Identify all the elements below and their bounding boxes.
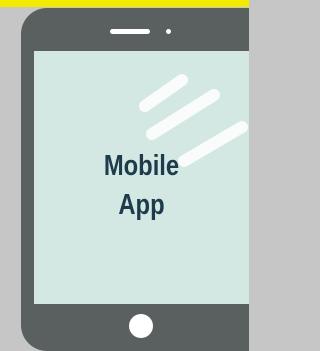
screen-title: Mobile App	[53, 147, 229, 225]
screen-title-line-1: Mobile	[103, 150, 180, 182]
screen-title-line-2: App	[118, 189, 165, 221]
top-yellow-band	[0, 0, 249, 7]
tablet-icon: Mobile App	[21, 8, 249, 351]
glare-stripe	[139, 74, 188, 112]
home-button-icon	[129, 314, 153, 338]
illustration-canvas: Mobile App	[0, 0, 249, 351]
speaker-slot-icon	[110, 29, 150, 34]
camera-dot-icon	[166, 29, 171, 34]
device-screen: Mobile App	[34, 51, 249, 304]
